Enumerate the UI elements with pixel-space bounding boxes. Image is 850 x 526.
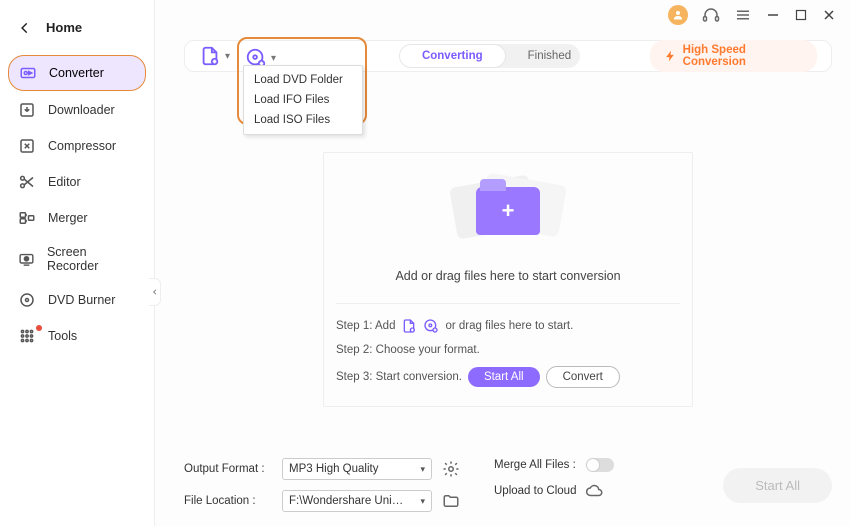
format-settings-icon[interactable] (442, 460, 460, 478)
open-folder-icon[interactable] (442, 492, 460, 510)
sidebar-item-label: Screen Recorder (47, 245, 136, 273)
home-label[interactable]: Home (46, 20, 82, 35)
compress-icon (18, 137, 36, 155)
toolbar: ▾ ▾ Load DVD Folder Load IFO Files Load … (184, 40, 832, 72)
sidebar-item-label: Tools (48, 329, 77, 343)
file-location-label: File Location : (184, 495, 272, 507)
output-format-label: Output Format : (184, 463, 272, 475)
disc-icon (18, 291, 36, 309)
output-format-select[interactable]: MP3 High Quality▾ (282, 458, 432, 480)
add-file-button[interactable]: ▾ (199, 45, 230, 67)
status-tabs: Converting Finished (399, 44, 580, 68)
plus-icon: + (502, 198, 515, 224)
sidebar-item-converter[interactable]: Converter (8, 55, 146, 91)
grid-icon (18, 327, 36, 345)
sidebar-item-editor[interactable]: Editor (8, 165, 146, 199)
add-dvd-mini-icon (423, 318, 439, 334)
lightning-icon (664, 49, 677, 63)
sidebar-item-compressor[interactable]: Compressor (8, 129, 146, 163)
chevron-down-icon: ▾ (225, 51, 230, 62)
load-dvd-group: ▾ Load DVD Folder Load IFO Files Load IS… (237, 37, 367, 125)
chevron-down-icon: ▾ (420, 496, 425, 507)
download-icon (18, 101, 36, 119)
tab-converting[interactable]: Converting (399, 44, 506, 68)
merge-all-toggle[interactable] (586, 458, 614, 472)
drop-zone-text: Add or drag files here to start conversi… (395, 269, 620, 283)
notification-dot (36, 325, 42, 331)
sidebar-item-label: Compressor (48, 139, 116, 153)
scissors-icon (18, 173, 36, 191)
menu-icon[interactable] (734, 6, 752, 24)
dvd-menu-item-iso[interactable]: Load ISO Files (244, 110, 362, 130)
upload-cloud-label: Upload to Cloud (494, 485, 576, 497)
converter-icon (19, 64, 37, 82)
window-close[interactable] (822, 8, 836, 22)
sidebar: Home Converter Downloader Compressor Edi… (0, 0, 155, 526)
steps: Step 1: Add or drag files here to start.… (336, 303, 680, 388)
back-icon[interactable] (18, 21, 32, 35)
drop-zone[interactable]: + Add or drag files here to start conver… (323, 152, 693, 407)
dvd-dropdown-menu: Load DVD Folder Load IFO Files Load ISO … (243, 65, 363, 135)
sidebar-item-dvd-burner[interactable]: DVD Burner (8, 283, 146, 317)
tab-finished[interactable]: Finished (506, 44, 580, 68)
add-file-mini-icon (401, 318, 417, 334)
sidebar-item-label: DVD Burner (48, 293, 115, 307)
support-icon[interactable] (702, 6, 720, 24)
folder-illustration: + (453, 171, 563, 251)
sidebar-item-downloader[interactable]: Downloader (8, 93, 146, 127)
sidebar-item-label: Editor (48, 175, 81, 189)
chevron-down-icon: ▾ (420, 464, 425, 475)
high-speed-badge[interactable]: High Speed Conversion (650, 40, 817, 72)
record-icon (18, 250, 35, 268)
sidebar-item-label: Downloader (48, 103, 115, 117)
file-location-select[interactable]: F:\Wondershare UniConverter 1▾ (282, 490, 432, 512)
sidebar-item-screen-recorder[interactable]: Screen Recorder (8, 237, 146, 281)
window-maximize[interactable] (794, 8, 808, 22)
sidebar-item-label: Converter (49, 66, 104, 80)
sidebar-item-tools[interactable]: Tools (8, 319, 146, 353)
convert-mini-button[interactable]: Convert (546, 366, 620, 388)
user-avatar[interactable] (668, 5, 688, 25)
merge-all-label: Merge All Files : (494, 459, 576, 471)
step2-text: Step 2: Choose your format. (336, 344, 480, 356)
window-minimize[interactable] (766, 8, 780, 22)
step3-text: Step 3: Start conversion. (336, 371, 462, 383)
merge-icon (18, 209, 36, 227)
sidebar-item-merger[interactable]: Merger (8, 201, 146, 235)
cloud-icon[interactable] (586, 482, 604, 500)
dvd-menu-item-folder[interactable]: Load DVD Folder (244, 70, 362, 90)
dvd-menu-item-ifo[interactable]: Load IFO Files (244, 90, 362, 110)
start-all-mini-button[interactable]: Start All (468, 367, 540, 387)
bottom-bar: Output Format : MP3 High Quality▾ File L… (184, 448, 832, 526)
sidebar-item-label: Merger (48, 211, 88, 225)
chevron-down-icon: ▾ (271, 53, 276, 64)
start-all-button[interactable]: Start All (723, 468, 832, 503)
step1-pre: Step 1: Add (336, 320, 395, 332)
step1-post: or drag files here to start. (445, 320, 573, 332)
